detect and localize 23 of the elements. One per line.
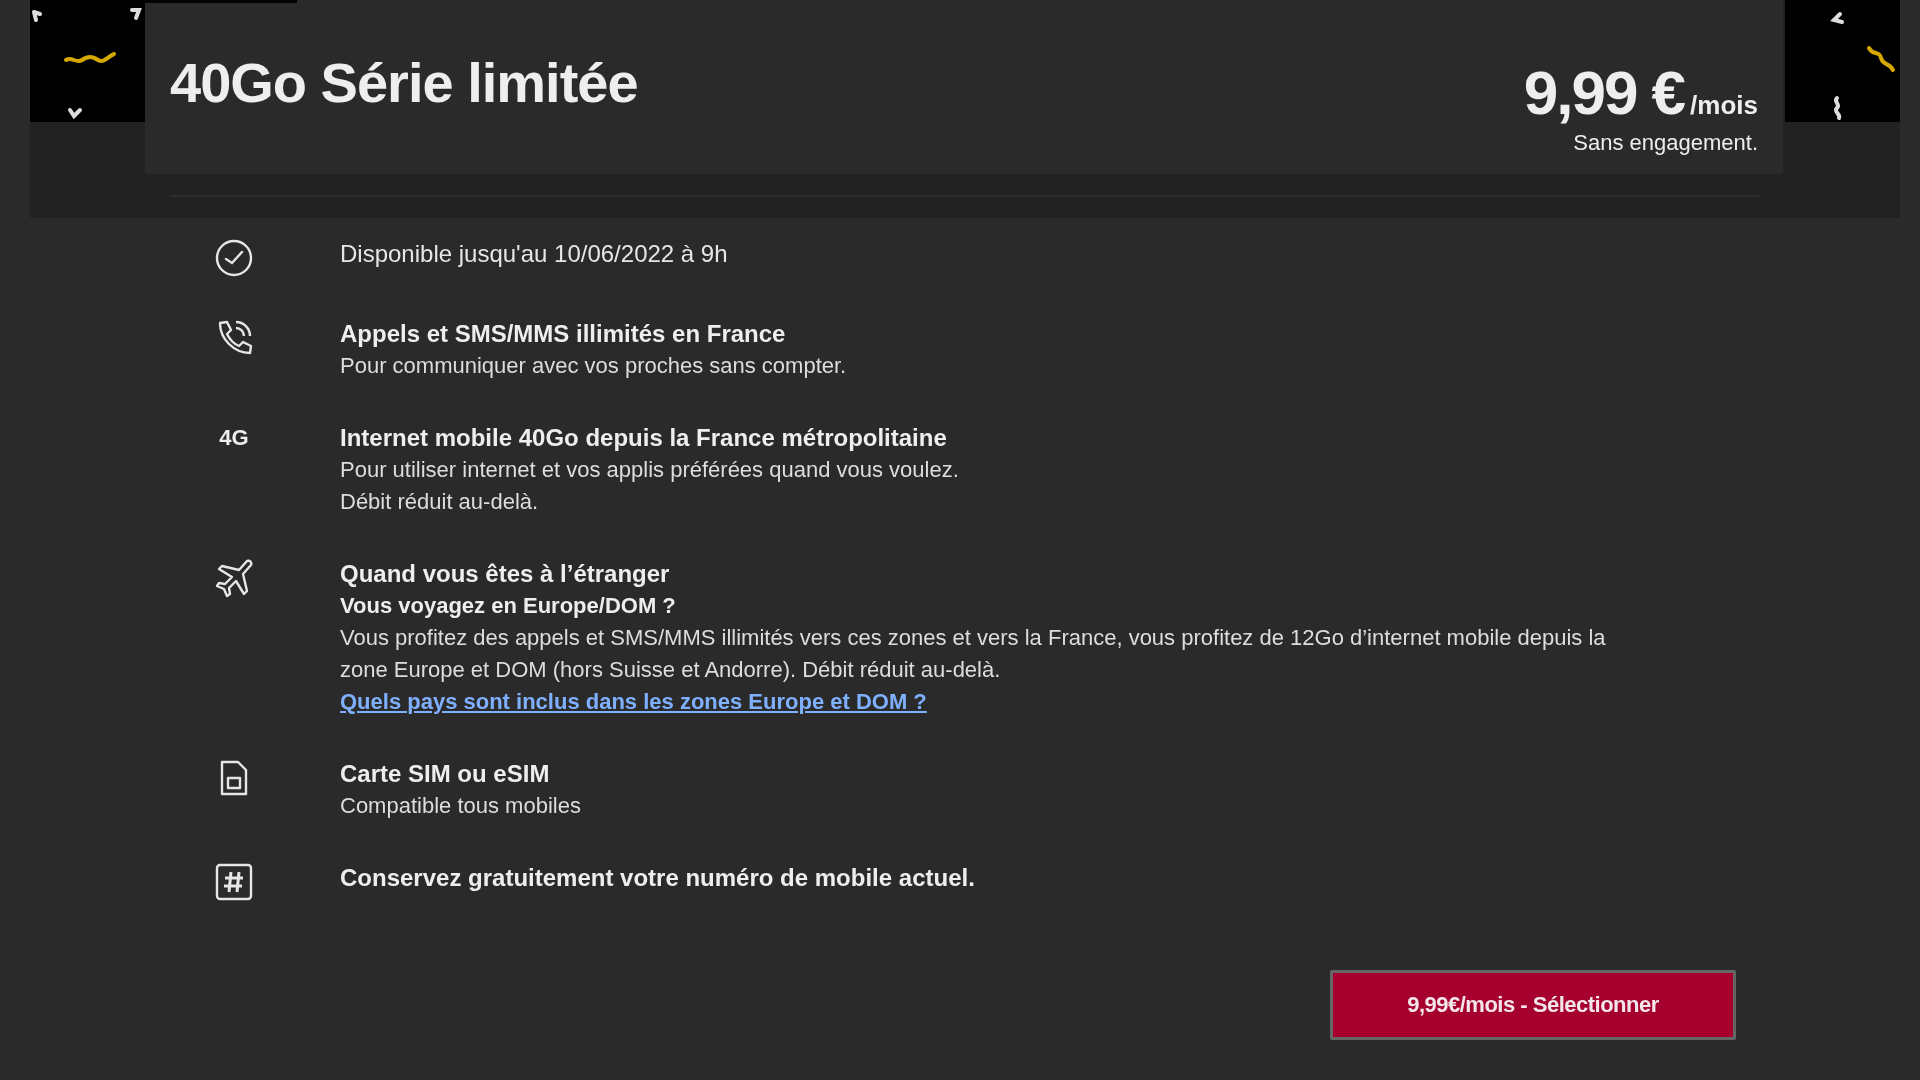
zones-link[interactable]: Quels pays sont inclus dans les zones Europe et DOM ?	[340, 686, 927, 718]
hash-icon	[214, 862, 254, 902]
feature-title: Conservez gratuitement votre numéro de mobile actuel.	[340, 863, 976, 893]
commitment-text: Sans engagement.	[1573, 130, 1758, 156]
airplane-icon	[214, 558, 254, 598]
feature-description: Compatible tous mobiles	[340, 792, 582, 820]
select-button[interactable]: 9,99€/mois - Sélectionner	[1330, 970, 1736, 1040]
feature-description: Vous profitez des appels et SMS/MMS illimités vers ces zones et vers la France, vous profitez de 12Go d’internet mobile depuis la zone Europe et DOM (hors Suisse et Andorre). Débit réduit au-delà.	[340, 624, 1607, 684]
clock-icon	[214, 238, 254, 278]
feature-description: Pour utiliser internet et vos applis préférées quand vous voulez.	[340, 456, 960, 484]
4g-label: 4G	[219, 425, 249, 451]
feature-title: Carte SIM ou eSIM	[340, 759, 551, 789]
feature-description: Disponible jusqu'au 10/06/2022 à 9h	[340, 239, 729, 269]
feature-subtitle: Vous voyagez en Europe/DOM ?	[340, 592, 677, 620]
sim-card-icon	[218, 758, 250, 798]
price-period: /mois	[1690, 90, 1758, 121]
feature-title: Appels et SMS/MMS illimités en France	[340, 319, 787, 349]
feature-title: Internet mobile 40Go depuis la France métropolitaine	[340, 423, 948, 453]
price: 9,99 €	[1523, 58, 1685, 128]
feature-description: Débit réduit au-delà.	[340, 488, 540, 516]
feature-title: Quand vous êtes à l’étranger	[340, 559, 671, 589]
offer-title: 40Go Série limitée	[170, 50, 638, 116]
feature-description: Pour communiquer avec vos proches sans compter.	[340, 352, 848, 380]
